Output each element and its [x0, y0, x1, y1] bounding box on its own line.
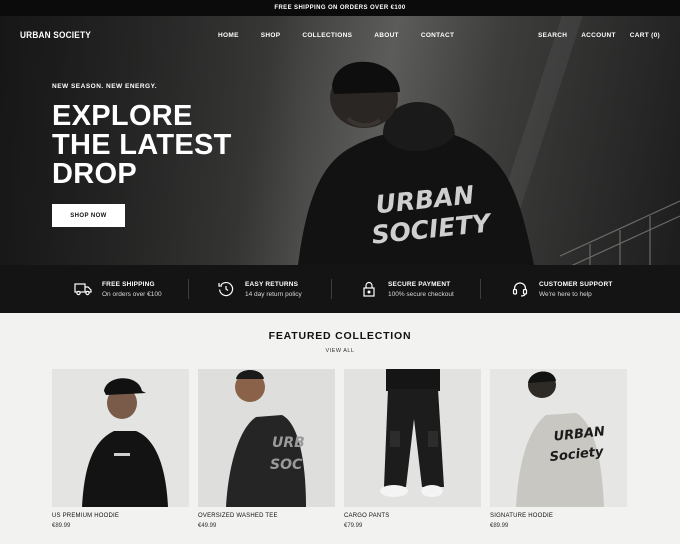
hero-headline: EXPLORE THE LATEST DROP	[52, 102, 232, 189]
nav-contact[interactable]: CONTACT	[421, 32, 454, 39]
feature-secure-payment: SECURE PAYMENT 100% secure checkout	[332, 265, 480, 313]
product-image: URBAN Society	[490, 369, 627, 507]
product-image	[52, 369, 189, 507]
feature-subtitle: On orders over €100	[102, 290, 162, 298]
hero-headline-line-2: THE LATEST	[52, 129, 232, 161]
nav-shop[interactable]: SHOP	[261, 32, 281, 39]
featured-collection: FEATURED COLLECTION VIEW ALL US PREMIUM …	[0, 313, 680, 544]
feature-title: CUSTOMER SUPPORT	[539, 280, 613, 288]
nav-utility: SEARCH ACCOUNT CART (0)	[538, 32, 660, 39]
headset-icon	[509, 278, 531, 300]
section-title: FEATURED COLLECTION	[268, 330, 412, 342]
svg-text:SOC: SOC	[270, 457, 303, 473]
product-image: URB SOC	[198, 369, 335, 507]
hero-model-image: URBAN SOCIETY	[298, 61, 534, 265]
hero-banner: URBAN SOCIETY URBAN SOCIETY HOME SHOP CO…	[0, 16, 680, 265]
product-image	[344, 369, 481, 507]
product-price: €79.99	[344, 523, 363, 529]
nav-home[interactable]: HOME	[218, 32, 239, 39]
feature-free-shipping: FREE SHIPPING On orders over €100	[20, 265, 188, 313]
return-clock-icon	[215, 278, 237, 300]
svg-text:URB: URB	[272, 435, 305, 451]
feature-subtitle: 14 day return policy	[245, 290, 302, 298]
feature-title: EASY RETURNS	[245, 280, 299, 288]
lock-icon	[358, 278, 380, 300]
product-name: OVERSIZED WASHED TEE	[198, 513, 278, 519]
announcement-bar: FREE SHIPPING ON ORDERS OVER €100	[0, 0, 680, 16]
hero-headline-line-3: DROP	[52, 158, 137, 190]
nav-cart[interactable]: CART (0)	[630, 32, 660, 39]
brand-logo[interactable]: URBAN SOCIETY	[20, 30, 91, 40]
hero-kicker: NEW SEASON. NEW ENERGY.	[52, 83, 158, 90]
product-card[interactable]: URBAN Society SIGNATURE HOODIE €89.99	[490, 369, 627, 529]
shop-now-button[interactable]: SHOP NOW	[52, 204, 125, 227]
nav-about[interactable]: ABOUT	[374, 32, 399, 39]
view-all-link[interactable]: VIEW ALL	[0, 348, 680, 354]
nav-search[interactable]: SEARCH	[538, 32, 567, 39]
main-navigation: URBAN SOCIETY HOME SHOP COLLECTIONS ABOU…	[0, 16, 680, 56]
product-card[interactable]: CARGO PANTS €79.99	[344, 369, 481, 529]
feature-subtitle: We're here to help	[539, 290, 592, 298]
product-name: CARGO PANTS	[344, 513, 390, 519]
feature-subtitle: 100% secure checkout	[388, 290, 454, 298]
nav-account[interactable]: ACCOUNT	[581, 32, 616, 39]
product-card[interactable]: URB SOC OVERSIZED WASHED TEE €49.99	[198, 369, 335, 529]
features-bar: FREE SHIPPING On orders over €100 EASY R…	[0, 265, 680, 313]
product-card[interactable]: US PREMIUM HOODIE €89.99	[52, 369, 189, 529]
product-name: SIGNATURE HOODIE	[490, 513, 554, 519]
feature-title: FREE SHIPPING	[102, 280, 155, 288]
nav-collections[interactable]: COLLECTIONS	[302, 32, 352, 39]
feature-easy-returns: EASY RETURNS 14 day return policy	[189, 265, 331, 313]
product-price: €89.99	[52, 523, 71, 529]
nav-links: HOME SHOP COLLECTIONS ABOUT CONTACT	[218, 32, 476, 39]
truck-icon	[72, 278, 94, 300]
hero-headline-line-1: EXPLORE	[52, 100, 193, 132]
announcement-text: FREE SHIPPING ON ORDERS OVER €100	[274, 5, 406, 11]
product-price: €49.99	[198, 523, 217, 529]
stair-railing-graphic	[560, 200, 680, 265]
feature-title: SECURE PAYMENT	[388, 280, 451, 288]
product-price: €89.99	[490, 523, 509, 529]
feature-customer-support: CUSTOMER SUPPORT We're here to help	[481, 265, 651, 313]
product-name: US PREMIUM HOODIE	[52, 513, 120, 519]
